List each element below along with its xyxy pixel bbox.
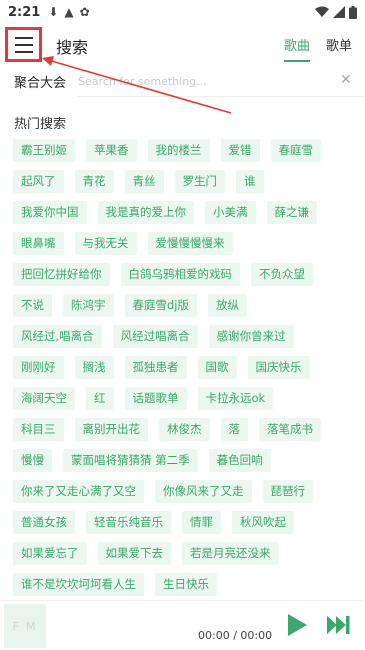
tag-row: 慢慢 蒙面唱将猜猜猜 第二季 暮色回响 [13, 449, 353, 472]
tag-row: 海阔天空红话题歌单 卡拉永远ok [13, 387, 353, 410]
hot-search-tag[interactable]: 生日快乐 [155, 573, 217, 596]
search-divider [78, 96, 365, 97]
hot-search-tag[interactable]: 感谢你曾来过 [208, 325, 294, 348]
playback-time: 00:00 / 00:00 [198, 629, 273, 642]
hot-search-tag[interactable]: 你来了又走心满了又空 [13, 480, 144, 503]
hot-search-tag[interactable]: 琵琶行 [262, 480, 313, 503]
hot-search-tag[interactable]: 我爱你中国 [13, 201, 87, 224]
search-row: 聚合大会 ✕ [0, 66, 365, 96]
hot-search-tag[interactable]: 风经过,唱离合 [13, 325, 102, 348]
download-icon: ⬇ [48, 5, 59, 19]
tag-row: 如果爱忘了 如果爱下去 若是月亮还没来 [13, 542, 353, 565]
hot-search-tag[interactable]: 谁 [236, 170, 264, 193]
hot-search-tag[interactable]: 小美满 [205, 201, 256, 224]
hot-search-tag[interactable]: 搁浅 [74, 356, 114, 379]
hot-search-tag[interactable]: 卡拉永远ok [197, 387, 274, 410]
hot-search-tag[interactable]: 春庭雪dj版 [124, 294, 197, 317]
hot-search-tag[interactable]: 白鸽乌鸦相爱的戏码 [120, 263, 240, 286]
hot-search-tag[interactable]: 苹果香 [86, 139, 137, 162]
hot-search-tag[interactable]: 孤独患者 [124, 356, 187, 379]
hot-search-tag[interactable]: 爱错 [220, 139, 260, 162]
tag-row: 刚刚好 搁浅 孤独患者 国歌 国庆快乐 [13, 356, 353, 379]
hot-search-tag[interactable]: 轻音乐纯音乐 [86, 511, 171, 534]
hot-search-tag[interactable]: 罗生门 [174, 170, 225, 193]
hot-search-tag[interactable]: 我是真的爱上你 [97, 201, 194, 224]
hot-search-tag[interactable]: 薛之谦 [266, 201, 317, 224]
tag-row: 眼鼻嘴 与我无关 爱慢慢慢慢来 [13, 232, 353, 255]
hot-search-tag[interactable]: 离别开出花 [74, 418, 148, 441]
hot-search-tag[interactable]: 眼鼻嘴 [13, 232, 64, 255]
wifi-icon [315, 6, 329, 17]
search-input[interactable] [78, 70, 328, 92]
signal-icon [333, 6, 345, 18]
next-track-icon[interactable] [327, 615, 351, 635]
album-cover[interactable]: F M [4, 604, 46, 648]
hot-search-tag[interactable]: 秋风吹起 [232, 511, 294, 534]
hot-search-tag[interactable]: 陈鸿宇 [63, 294, 114, 317]
hot-search-tag[interactable]: 霸王别姬 [13, 139, 75, 162]
hot-search-tag[interactable]: 谁不是坎坎坷坷看人生 [13, 573, 144, 596]
tag-row: 风经过,唱离合 风经过唱离合 感谢你曾来过 [13, 325, 353, 348]
tag-row: 普通女孩 轻音乐纯音乐 情罪 秋风吹起 [13, 511, 353, 534]
hamburger-menu-icon[interactable] [5, 27, 42, 62]
play-icon[interactable] [286, 613, 308, 637]
tag-row: 起风了 青花 青丝 罗生门谁 [13, 170, 353, 193]
hot-search-title: 热门搜索 [14, 117, 67, 132]
hot-search-tag[interactable]: 春庭雪 [270, 139, 321, 162]
hot-search-tag[interactable]: 不说 [13, 294, 52, 317]
hot-search-tag[interactable]: 刚刚好 [13, 356, 64, 379]
hot-search-tag[interactable]: 你像风来了又走 [155, 480, 252, 503]
hot-search-tag[interactable]: 话题歌单 [124, 387, 187, 410]
active-tab-indicator [284, 60, 310, 62]
hot-search-tag[interactable]: 与我无关 [74, 232, 137, 255]
header: 搜索 歌曲 歌单 [0, 24, 365, 66]
hot-search-tag[interactable]: 海阔天空 [13, 387, 75, 410]
page-title: 搜索 [56, 38, 89, 57]
hot-search-tag[interactable]: 国庆快乐 [247, 356, 310, 379]
hot-search-tag[interactable]: 暮色回响 [208, 449, 271, 472]
hot-search-tag[interactable]: 蒙面唱将猜猜猜 第二季 [63, 449, 198, 472]
tag-row: 霸王别姬 苹果香 我的楼兰 爱错 春庭雪 [13, 139, 353, 162]
tag-row: 把回忆拼好给你 白鸽乌鸦相爱的戏码 不负众望 [13, 263, 353, 286]
status-bar: 2:21 ⬇ ▲ ✿ [0, 0, 365, 24]
tag-row: 你来了又走心满了又空 你像风来了又走 琵琶行 [13, 480, 353, 503]
status-time: 2:21 [8, 4, 41, 20]
battery-icon [349, 5, 357, 19]
hot-search-tag[interactable]: 慢慢 [13, 449, 52, 472]
close-icon[interactable]: ✕ [340, 72, 352, 88]
hot-search-tags: 霸王别姬 苹果香 我的楼兰 爱错 春庭雪 起风了 青花 青丝 罗生门谁我爱你中国 我是真的爱上你小… [13, 139, 353, 599]
hot-search-tag[interactable]: 科目三 [13, 418, 64, 441]
app-icon: ✿ [79, 5, 90, 19]
hot-search-tag[interactable]: 青丝 [124, 170, 164, 193]
hot-search-tag[interactable]: 红 [86, 387, 114, 410]
hot-search-tag[interactable]: 风经过唱离合 [112, 325, 198, 348]
hot-search-tag[interactable]: 不负众望 [251, 263, 313, 286]
hot-search-tag[interactable]: 国歌 [197, 356, 237, 379]
hot-search-tag[interactable]: 情罪 [182, 511, 221, 534]
a-icon: ▲ [64, 5, 74, 19]
source-selector[interactable]: 聚合大会 [14, 72, 66, 91]
hot-search-tag[interactable]: 若是月亮还没来 [182, 542, 279, 565]
mini-player: F M 00:00 / 00:00 [0, 600, 365, 650]
hot-search-tag[interactable]: 我的楼兰 [147, 139, 210, 162]
hot-search-tag[interactable]: 放纵 [208, 294, 247, 317]
hot-search-tag[interactable]: 爱慢慢慢慢来 [147, 232, 233, 255]
hot-search-tag[interactable]: 落 [220, 418, 248, 441]
hot-search-tag[interactable]: 把回忆拼好给你 [13, 263, 110, 286]
hot-search-tag[interactable]: 如果爱忘了 [13, 542, 87, 565]
hot-search-tag[interactable]: 林俊杰 [159, 418, 210, 441]
tab-playlists[interactable]: 歌单 [326, 35, 352, 54]
tag-row: 不说 陈鸿宇 春庭雪dj版 放纵 [13, 294, 353, 317]
hot-search-tag[interactable]: 落笔成书 [259, 418, 321, 441]
hot-search-tag[interactable]: 起风了 [13, 170, 64, 193]
tag-row: 我爱你中国 我是真的爱上你 小美满 薛之谦 [13, 201, 353, 224]
tag-row: 谁不是坎坎坷坷看人生 生日快乐 [13, 573, 353, 596]
hot-search-tag[interactable]: 青花 [74, 170, 114, 193]
hot-search-tag[interactable]: 如果爱下去 [97, 542, 171, 565]
tag-row: 科目三 离别开出花 林俊杰落落笔成书 [13, 418, 353, 441]
hot-search-tag[interactable]: 普通女孩 [13, 511, 75, 534]
tab-songs[interactable]: 歌曲 [284, 35, 310, 54]
